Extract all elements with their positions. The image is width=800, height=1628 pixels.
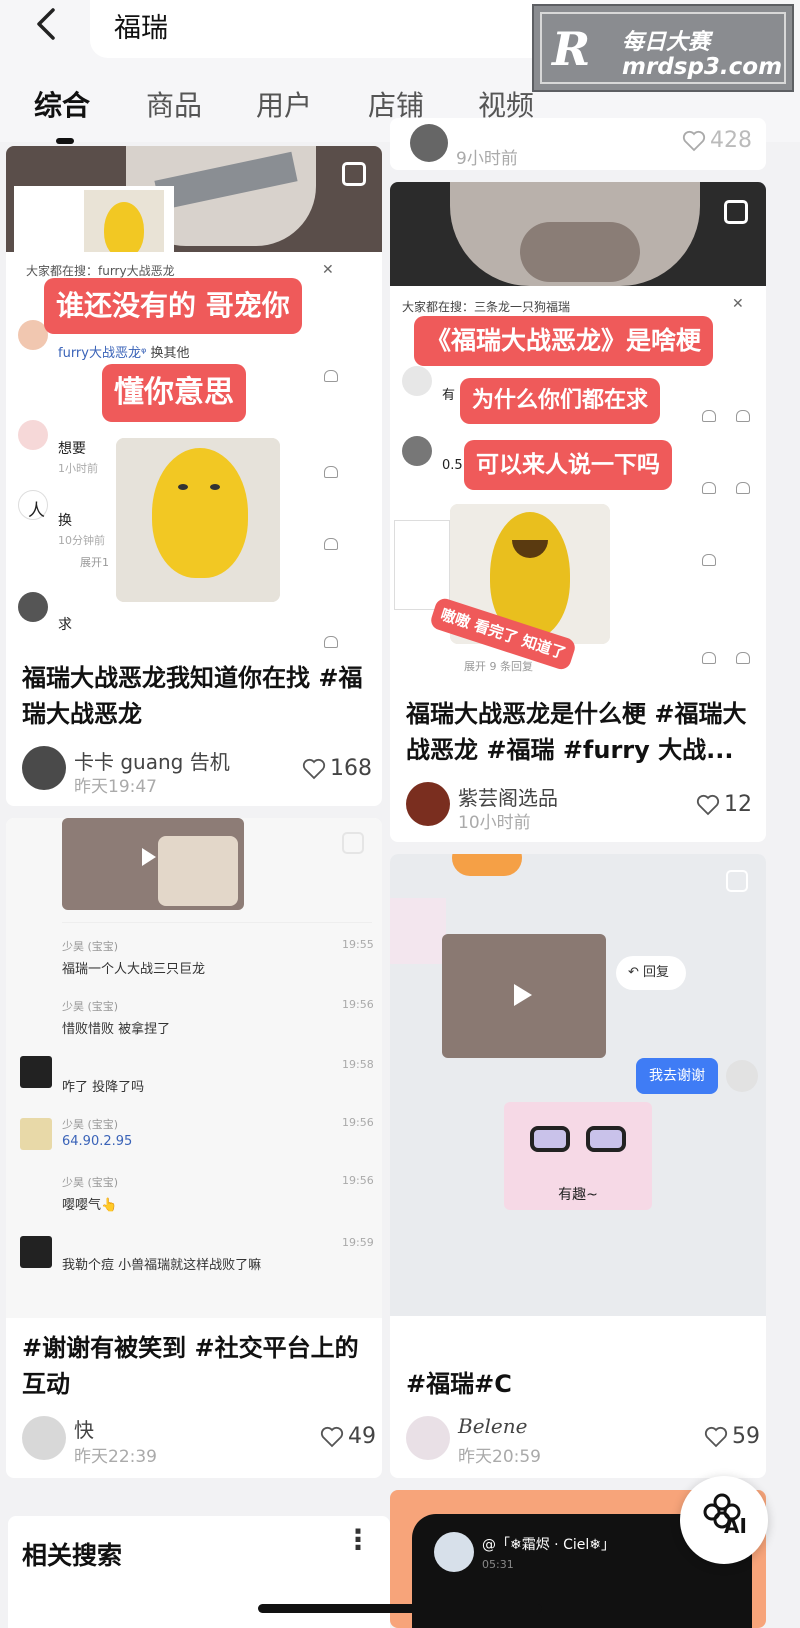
heart-icon bbox=[320, 1426, 344, 1447]
search-query: 福瑞 bbox=[114, 13, 168, 44]
watermark-line2: mrdsp3.com bbox=[622, 54, 783, 80]
caption-bubble-3: 可以来人说一下吗 bbox=[464, 440, 672, 490]
like-count: 12 bbox=[724, 792, 752, 817]
caption-bubble-1: 谁还没有的 哥宠你 bbox=[44, 278, 302, 334]
caption-bubble-2: 为什么你们都在求 bbox=[460, 378, 661, 424]
post-time: 昨天20:59 bbox=[458, 1447, 541, 1467]
chat-message: 嘤嘤气👆 bbox=[62, 1198, 118, 1213]
chat-message: 惜败惜败 被拿捏了 bbox=[62, 1022, 171, 1037]
related-searches-title: 相关搜索 bbox=[22, 1541, 123, 1570]
like-button[interactable]: 12 bbox=[696, 792, 752, 817]
chat-username: @「❄霜烬 · Ciel❄」 bbox=[482, 1537, 615, 1553]
heart-icon bbox=[696, 794, 720, 815]
chat-message: 64.90.2.95 bbox=[62, 1134, 133, 1149]
close-icon: ✕ bbox=[732, 296, 744, 312]
chat-message: 福瑞一个人大战三只巨龙 bbox=[62, 962, 206, 977]
post-thumbnail[interactable]: 大家都在搜：三条龙一只狗福瑞 ✕ 有 0.5 展开 9 条回复 《福瑞大战恶龙》… bbox=[390, 182, 766, 682]
chat-message: 咋了 投降了吗 bbox=[62, 1080, 145, 1095]
author-name[interactable]: 快 bbox=[74, 1414, 94, 1443]
heart-icon bbox=[704, 1426, 728, 1447]
post-time: 10小时前 bbox=[458, 813, 531, 833]
post-card-prev-footer[interactable]: 9小时前 428 bbox=[390, 118, 766, 170]
post-time: 昨天19:47 bbox=[74, 777, 157, 797]
post-card-4[interactable]: ↶ 回复 我去谢谢 有趣~ #福瑞#C Belene 昨天20:59 59 bbox=[390, 854, 766, 1478]
multi-image-icon bbox=[726, 870, 748, 892]
post-time: 昨天22:39 bbox=[74, 1447, 157, 1467]
author-avatar[interactable] bbox=[406, 782, 450, 826]
ai-assistant-button[interactable]: AI bbox=[680, 1476, 768, 1564]
chat-avatar bbox=[20, 1056, 52, 1088]
post-title[interactable]: 福瑞大战恶龙是什么梗 #福瑞大战恶龙 #福瑞 #furry 大战... bbox=[406, 696, 750, 768]
like-count: 49 bbox=[348, 1424, 376, 1449]
like-count: 168 bbox=[330, 756, 372, 781]
chat-avatar bbox=[20, 1118, 52, 1150]
post-title[interactable]: #谢谢有被笑到 #社交平台上的互动 bbox=[22, 1330, 366, 1402]
multi-image-icon bbox=[342, 162, 366, 186]
chat-avatar bbox=[20, 1236, 52, 1268]
tab-all[interactable]: 综合 bbox=[34, 84, 90, 124]
author-avatar[interactable] bbox=[22, 746, 66, 790]
sticker-image: 有趣~ bbox=[504, 1102, 652, 1210]
watermark-line1: 每日大赛 bbox=[622, 30, 711, 55]
blue-chat-bubble: 我去谢谢 bbox=[636, 1058, 718, 1094]
post-title[interactable]: #福瑞#C bbox=[406, 1366, 750, 1402]
author-avatar[interactable] bbox=[406, 1416, 450, 1460]
like-button[interactable]: 59 bbox=[704, 1424, 760, 1449]
close-icon: ✕ bbox=[322, 262, 334, 278]
post-title[interactable]: 福瑞大战恶龙我知道你在找 #福瑞大战恶龙 bbox=[22, 660, 366, 732]
search-input[interactable]: 福瑞 bbox=[90, 0, 570, 58]
like-button[interactable]: 49 bbox=[320, 1424, 376, 1449]
watermark-logo-mark: R bbox=[552, 22, 591, 76]
post-thumbnail[interactable]: 少昊 (宝宝) 19:55 福瑞一个人大战三只巨龙 少昊 (宝宝) 19:56 … bbox=[6, 818, 382, 1318]
chat-message: 我勒个痘 小兽福瑞就这样战败了嘛 bbox=[62, 1258, 262, 1273]
multi-image-icon bbox=[342, 832, 364, 854]
play-icon bbox=[142, 848, 156, 866]
heart-icon bbox=[302, 758, 326, 779]
post-time: 9小时前 bbox=[456, 149, 518, 169]
tab-products[interactable]: 商品 bbox=[146, 84, 202, 124]
reply-chip: ↶ 回复 bbox=[616, 956, 686, 990]
like-button[interactable]: 428 bbox=[682, 128, 752, 153]
caption-bubble-2: 懂你意思 bbox=[102, 364, 246, 422]
caption-bubble-1: 《福瑞大战恶龙》是啥梗 bbox=[414, 316, 714, 366]
post-card-1[interactable]: 大家都在搜：furry大战恶龙 ✕ furry大战恶龙ᵠ 换其他 想要 1小时前… bbox=[6, 146, 382, 806]
tab-users[interactable]: 用户 bbox=[256, 84, 312, 124]
post-card-2[interactable]: 大家都在搜：三条龙一只狗福瑞 ✕ 有 0.5 展开 9 条回复 《福瑞大战恶龙》… bbox=[390, 182, 766, 842]
author-avatar[interactable] bbox=[22, 1416, 66, 1460]
heart-icon bbox=[682, 130, 706, 151]
watermark-logo: R 每日大赛 mrdsp3.com bbox=[532, 4, 794, 92]
author-name[interactable]: 紫芸阁选品 bbox=[458, 782, 558, 811]
active-tab-indicator bbox=[56, 138, 74, 144]
author-avatar[interactable] bbox=[410, 124, 448, 162]
home-indicator bbox=[258, 1604, 542, 1613]
back-arrow-icon[interactable] bbox=[26, 4, 66, 44]
post-thumbnail[interactable]: ↶ 回复 我去谢谢 有趣~ bbox=[390, 854, 766, 1316]
like-count: 59 bbox=[732, 1424, 760, 1449]
play-icon bbox=[514, 984, 532, 1006]
like-button[interactable]: 168 bbox=[302, 756, 372, 781]
ai-label: AI bbox=[724, 1514, 747, 1538]
post-thumbnail[interactable]: 大家都在搜：furry大战恶龙 ✕ furry大战恶龙ᵠ 换其他 想要 1小时前… bbox=[6, 146, 382, 648]
more-options-icon[interactable]: ⋮ bbox=[344, 1526, 372, 1554]
author-name[interactable]: Belene bbox=[458, 1414, 527, 1438]
yellow-toy-image bbox=[116, 438, 280, 602]
chat-time: 05:31 bbox=[482, 1558, 514, 1571]
author-name[interactable]: 卡卡 guang 告机 bbox=[74, 746, 230, 775]
post-card-3[interactable]: 少昊 (宝宝) 19:55 福瑞一个人大战三只巨龙 少昊 (宝宝) 19:56 … bbox=[6, 818, 382, 1478]
multi-image-icon bbox=[724, 200, 748, 224]
like-count: 428 bbox=[710, 128, 752, 153]
